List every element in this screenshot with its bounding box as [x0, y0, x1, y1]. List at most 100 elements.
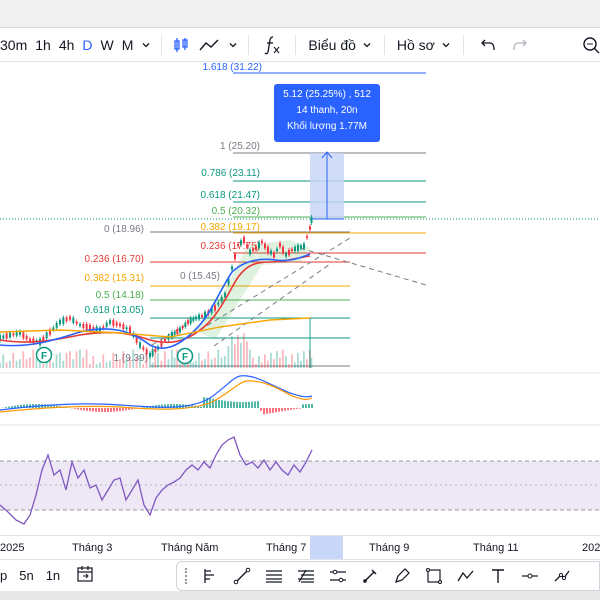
volume-bar [210, 359, 213, 368]
macd-bar [224, 400, 226, 408]
fib-label: 0.786 (23.11) [201, 168, 260, 179]
volume-bar [249, 349, 251, 368]
divider [161, 34, 163, 55]
macd-bar [119, 408, 121, 412]
profile-menu[interactable]: Hồ sơ [391, 32, 457, 58]
macd-bar [290, 408, 292, 410]
text-tool-icon[interactable] [485, 563, 511, 589]
volume-bar [179, 364, 181, 368]
volume-bar [0, 362, 1, 368]
redo-icon[interactable] [506, 32, 534, 58]
macd-bar [284, 408, 286, 411]
volume-bar [192, 362, 195, 368]
volume-bar [306, 359, 308, 368]
earnings-marker[interactable]: F [176, 347, 194, 365]
volume-bar [9, 360, 11, 368]
range-button[interactable]: p [0, 568, 13, 583]
chevron-down-icon [442, 42, 450, 47]
long-position-icon[interactable] [197, 563, 223, 589]
volume-bar [139, 356, 141, 368]
search-icon[interactable] [578, 32, 600, 58]
tooltip-line: 5.12 (25.25%) , 512 [283, 89, 371, 100]
measure-icon[interactable] [549, 563, 575, 589]
macd-bar [293, 408, 295, 410]
divider [462, 34, 464, 55]
macd-bar [221, 400, 223, 408]
volume-bar [85, 349, 88, 368]
macd-bar [272, 408, 274, 413]
date-range-icon[interactable] [66, 565, 100, 586]
volume-bar [214, 357, 216, 368]
macd-bar [230, 401, 232, 408]
rectangle-icon[interactable] [421, 563, 447, 589]
macd-bar [104, 408, 106, 412]
earnings-marker[interactable]: F [35, 346, 53, 364]
indicators-fx-icon[interactable] [255, 32, 289, 58]
macd-bar [29, 404, 31, 408]
macd-bar [218, 399, 220, 408]
macd-bar [113, 408, 115, 412]
interval-w[interactable]: W [97, 32, 118, 58]
browser-strip [0, 0, 600, 28]
time-highlight [310, 536, 343, 559]
volume-bar [294, 362, 296, 368]
pattern-icon[interactable] [453, 563, 479, 589]
range-button[interactable]: 1n [40, 568, 66, 583]
trend-line-icon[interactable] [229, 563, 255, 589]
parallel-channel-icon[interactable] [325, 563, 351, 589]
volume-bar [237, 334, 239, 368]
brush-icon[interactable] [357, 563, 383, 589]
volume-bar [160, 360, 163, 368]
volume-bar [276, 351, 278, 368]
highlighter-icon[interactable] [389, 563, 415, 589]
undo-icon[interactable] [470, 32, 506, 58]
volume-bar [115, 360, 118, 368]
fib-label: 0.236 (16.70) [85, 254, 145, 265]
time-label: Tháng 3 [72, 542, 113, 554]
range-button[interactable]: 5n [13, 568, 39, 583]
macd-bar [233, 401, 235, 408]
line-chart-icon[interactable] [194, 32, 224, 58]
interval-d[interactable]: D [78, 32, 96, 58]
horizontal-lines-icon[interactable] [261, 563, 287, 589]
interval-30m[interactable]: 30m [0, 32, 31, 58]
volume-bar [132, 349, 135, 368]
macd-bar [77, 408, 79, 410]
volume-bar [129, 357, 131, 368]
volume-bar [297, 352, 299, 368]
macd-bar [269, 408, 271, 414]
volume-bar [29, 357, 31, 368]
interval-4h[interactable]: 4h [55, 32, 79, 58]
volume-bar [255, 364, 257, 368]
fib-retracement-icon[interactable] [293, 563, 319, 589]
volume-bar [184, 364, 187, 368]
volume-bar [135, 357, 138, 368]
volume-bar [273, 359, 275, 368]
time-label: 2025 [0, 542, 25, 554]
chart-type-menu[interactable]: Biểu đồ [302, 32, 377, 58]
macd-bar [311, 404, 313, 408]
divider [248, 34, 250, 55]
time-label: Tháng 7 [266, 542, 307, 554]
macd-bar [242, 401, 244, 408]
price-range-icon[interactable] [517, 563, 543, 589]
macd-bar [203, 397, 205, 408]
macd-bar [212, 398, 214, 408]
volume-bar [92, 356, 95, 368]
macd-bar [239, 401, 241, 408]
time-axis[interactable]: 2025 Tháng 3 Tháng Năm Tháng 7 Tháng 9 T… [0, 535, 600, 559]
volume-bar [207, 351, 210, 368]
fib-label: 0 (18.96) [104, 224, 144, 235]
volume-bar [171, 349, 173, 368]
macd-bar [95, 408, 97, 412]
interval-m[interactable]: M [118, 32, 138, 58]
volume-bar [99, 362, 101, 368]
chevron-down-icon [363, 42, 371, 47]
chart-style-dropdown-icon[interactable] [224, 32, 242, 58]
candles-icon[interactable] [168, 32, 194, 58]
interval-1h[interactable]: 1h [31, 32, 55, 58]
volume-bar [285, 356, 287, 368]
macd-bar [266, 408, 268, 414]
drag-handle-icon[interactable] [185, 568, 189, 584]
interval-dropdown-icon[interactable] [137, 32, 155, 58]
